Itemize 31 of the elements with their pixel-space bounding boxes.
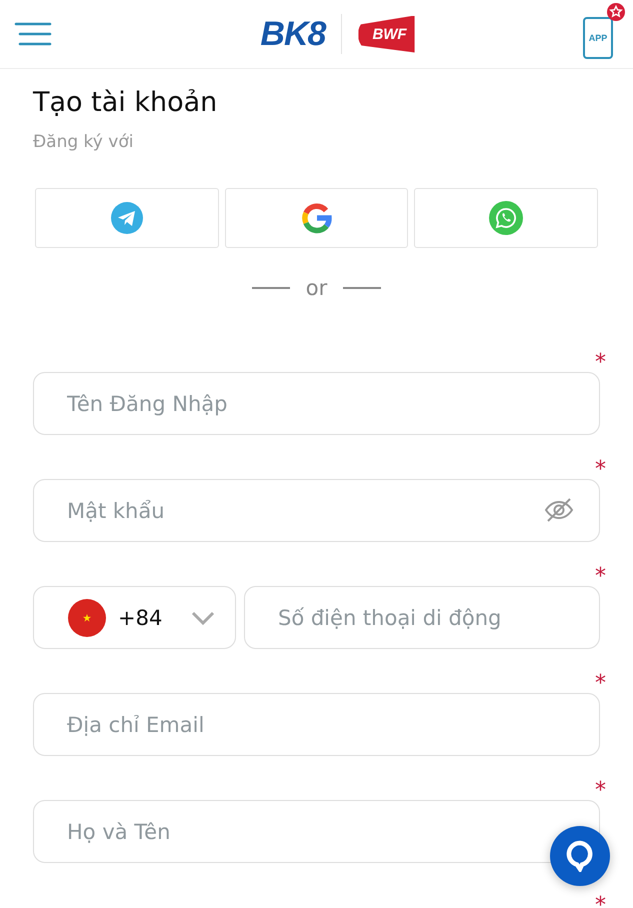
phone-chat-icon — [489, 201, 524, 235]
text-field[interactable]: Địa chỉ Email — [33, 693, 600, 756]
menu-icon[interactable] — [14, 21, 52, 47]
brand-logo[interactable]: BK8 — [260, 14, 326, 54]
app-download-button[interactable]: APP — [583, 17, 613, 59]
chat-button[interactable] — [550, 826, 610, 886]
required-asterisk: * — [595, 352, 606, 374]
google-login-button[interactable] — [224, 188, 408, 248]
separator-text: or — [306, 276, 328, 300]
speech-bubble-icon — [566, 840, 594, 872]
required-asterisk: * — [595, 566, 606, 588]
flag-icon — [68, 598, 106, 636]
required-asterisk: * — [595, 459, 606, 481]
page-title: Tạo tài khoản — [33, 87, 218, 118]
google-g-icon — [300, 202, 332, 234]
whatsapp-login-button[interactable] — [414, 188, 598, 248]
star-badge-icon — [607, 3, 625, 21]
country-code-select[interactable]: +84 — [33, 586, 236, 649]
required-asterisk: * — [595, 895, 606, 908]
paper-plane-icon — [110, 202, 143, 234]
phone-number-field[interactable]: Số điện thoại di động — [244, 586, 600, 649]
partner-logo: BWF — [358, 16, 415, 52]
text-field[interactable]: Họ và Tên — [33, 800, 600, 863]
telegram-login-button[interactable] — [35, 188, 219, 248]
chevron-down-icon — [191, 610, 215, 624]
password-field[interactable]: Mật khẩu — [33, 479, 600, 542]
required-asterisk: * — [595, 673, 606, 695]
subtitle: Đăng ký với — [33, 132, 134, 152]
required-asterisk: * — [595, 780, 606, 802]
eye-slash-icon[interactable] — [544, 497, 574, 523]
text-field[interactable]: Tên Đăng Nhập — [33, 372, 600, 435]
